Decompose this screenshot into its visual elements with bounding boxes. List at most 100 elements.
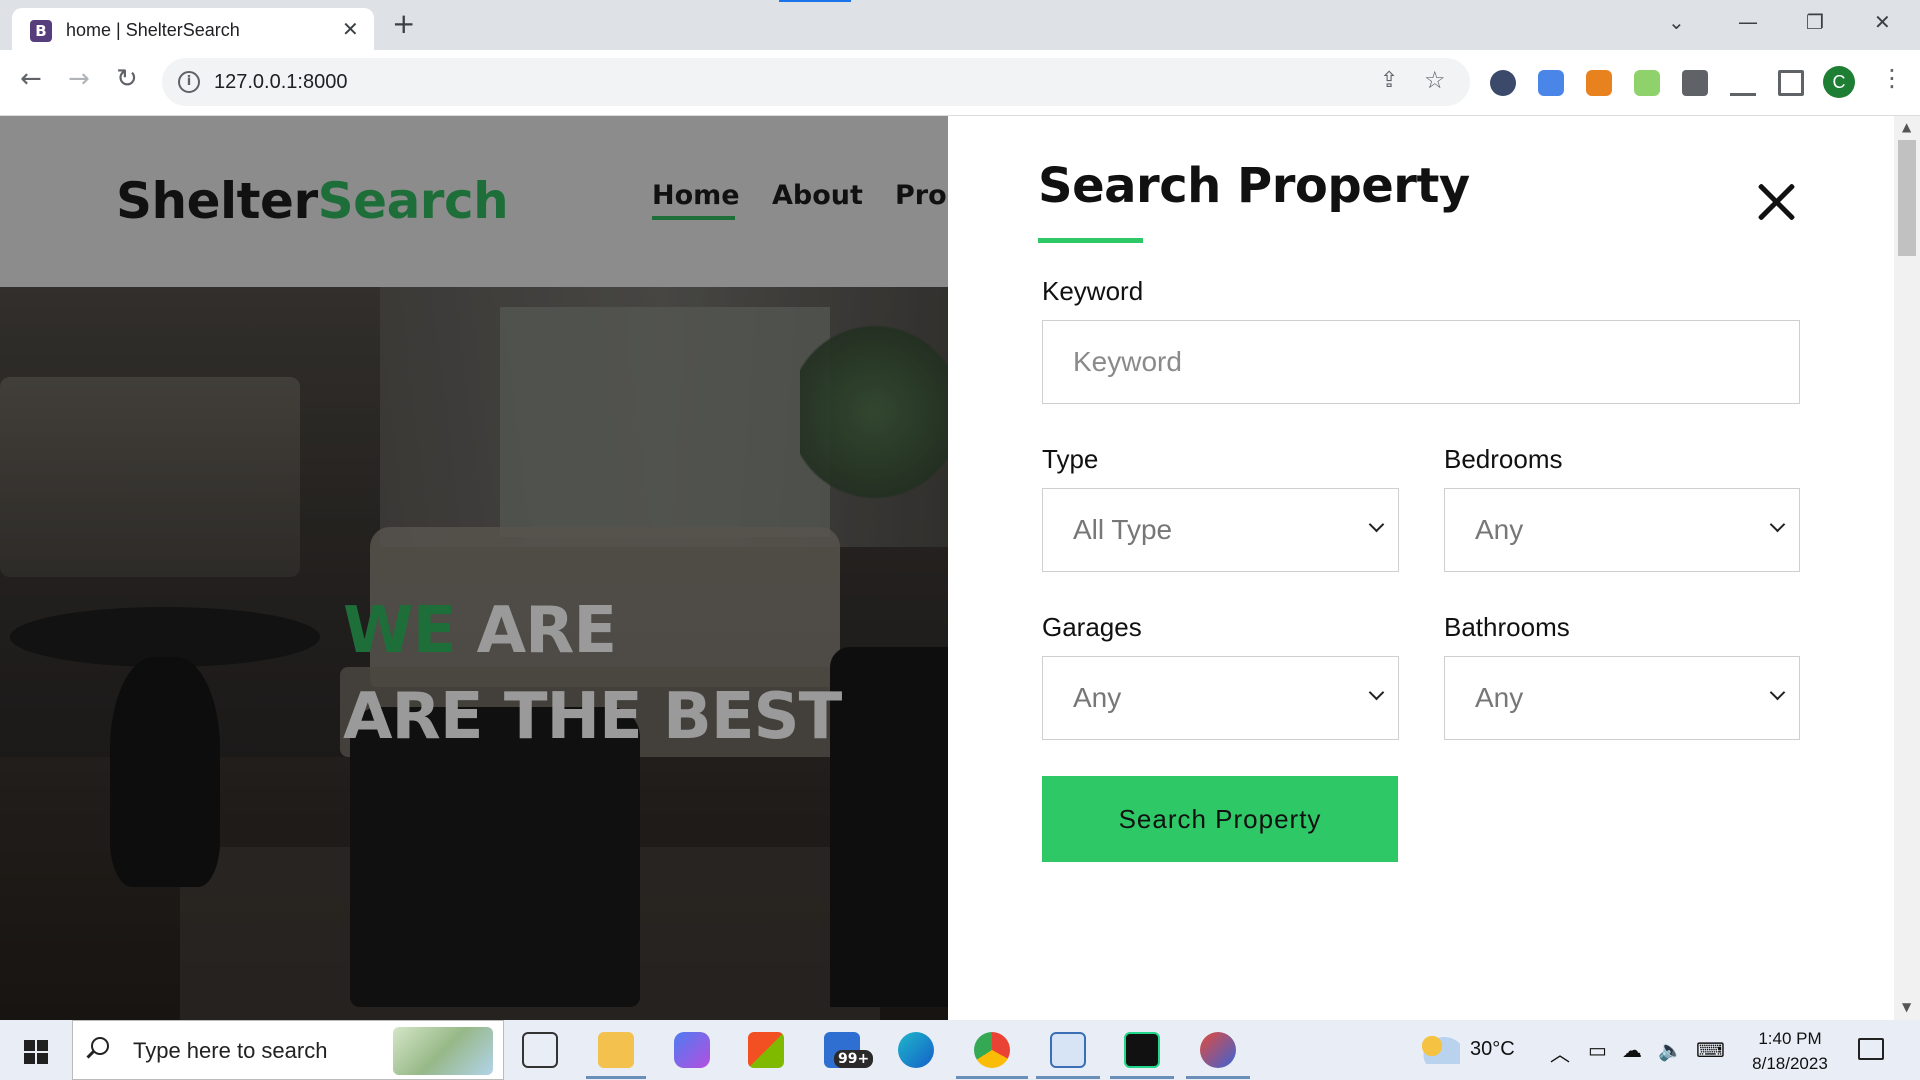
taskbar-search-placeholder: Type here to search (133, 1038, 328, 1063)
nav-about[interactable]: About (772, 180, 863, 211)
more-menu-icon[interactable]: ⋮ (1880, 64, 1904, 92)
browser-tabstrip: B home | ShelterSearch ✕ + ⌄ — ❐ ✕ (0, 0, 1920, 50)
nav-active-indicator (652, 216, 735, 220)
bathrooms-label: Bathrooms (1444, 612, 1570, 642)
extensions-puzzle-icon[interactable] (1682, 70, 1708, 96)
bookmark-star-icon[interactable]: ☆ (1424, 66, 1446, 94)
green-extension-icon[interactable] (1634, 70, 1660, 96)
new-tab-button[interactable]: + (392, 9, 415, 39)
keyboard-icon[interactable]: ⌨ (1696, 1038, 1725, 1063)
browser-toolbar: ← → ↻ i 127.0.0.1:8000 ⇪ ☆ (0, 50, 1920, 116)
cursor-extension-icon[interactable] (1490, 70, 1516, 96)
page-scrollbar[interactable]: ▲ ▼ (1894, 116, 1920, 1020)
search-property-panel: Search Property Keyword Type All Type Be… (948, 116, 1894, 1020)
chevron-down-icon (1368, 516, 1385, 533)
reload-icon[interactable]: ↻ (116, 64, 138, 94)
url-text[interactable]: 127.0.0.1:8000 (214, 71, 347, 94)
panel-title: Search Property (1038, 158, 1470, 214)
mail-unread-badge: 99+ (834, 1050, 874, 1068)
snipping-tool-icon[interactable] (1200, 1032, 1236, 1068)
type-label: Type (1042, 444, 1099, 474)
task-view-icon[interactable] (522, 1032, 558, 1068)
windows-taskbar: Type here to search 99+ 30°C ︿ ▭ ☁ 🔈 ⌨ 1… (0, 1020, 1920, 1080)
chevron-down-icon (1368, 684, 1385, 701)
browser-tab-active[interactable]: B home | ShelterSearch ✕ (12, 8, 374, 50)
chevron-down-icon (1769, 516, 1786, 533)
search-icon (91, 1037, 109, 1055)
logo-part1: Shelter (116, 172, 318, 230)
file-explorer-active-line (586, 1076, 646, 1079)
nav-home[interactable]: Home (652, 180, 740, 211)
minimize-button[interactable]: — (1738, 10, 1758, 34)
taskbar-search-box[interactable]: Type here to search (72, 1020, 504, 1080)
windows-start-icon[interactable] (24, 1040, 48, 1064)
bathrooms-select-value: Any (1475, 682, 1524, 713)
hero-heading-green: WE (343, 594, 456, 668)
metamask-extension-icon[interactable] (1586, 70, 1612, 96)
garages-select[interactable]: Any (1042, 656, 1399, 740)
garages-select-value: Any (1073, 682, 1122, 713)
side-panel-icon[interactable] (1778, 70, 1804, 96)
chrome-active-line (956, 1076, 1028, 1079)
pycharm-icon[interactable] (1124, 1032, 1160, 1068)
file-explorer-icon[interactable] (598, 1032, 634, 1068)
panel-title-underline (1038, 238, 1143, 243)
profile-avatar[interactable]: C (1823, 66, 1855, 98)
clock-time: 1:40 PM (1758, 1029, 1822, 1048)
downloads-icon[interactable] (1730, 70, 1756, 96)
tab-search-chevron-icon[interactable]: ⌄ (1668, 10, 1685, 34)
weather-temperature[interactable]: 30°C (1470, 1038, 1515, 1061)
hero-heading: WE ARE ARE THE BEST (343, 588, 842, 760)
site-logo[interactable]: ShelterSearch (116, 172, 509, 230)
paint-app-icon[interactable] (1050, 1032, 1086, 1068)
web-page: ShelterSearch Home About Prop WE ARE ARE… (0, 116, 1920, 1020)
taskbar-clock[interactable]: 1:40 PM 8/18/2023 (1744, 1026, 1836, 1076)
translate-extension-icon[interactable] (1538, 70, 1564, 96)
window-close-button[interactable]: ✕ (1874, 10, 1891, 34)
address-bar[interactable]: i 127.0.0.1:8000 ⇪ ☆ (162, 58, 1470, 106)
edge-browser-icon[interactable] (898, 1032, 934, 1068)
weather-cloud-icon[interactable] (1420, 1034, 1460, 1064)
search-property-button[interactable]: Search Property (1042, 776, 1398, 862)
snipping-tool-active-line (1186, 1076, 1250, 1079)
chrome-browser-icon[interactable] (974, 1032, 1010, 1068)
tab-close-icon[interactable]: ✕ (342, 17, 359, 41)
restore-button[interactable]: ❐ (1806, 10, 1824, 34)
bedrooms-select[interactable]: Any (1444, 488, 1800, 572)
volume-icon[interactable]: 🔈 (1658, 1038, 1683, 1063)
battery-icon[interactable]: ▭ (1588, 1038, 1607, 1063)
type-select[interactable]: All Type (1042, 488, 1399, 572)
panel-close-icon[interactable] (1754, 180, 1798, 224)
tray-overflow-chevron-icon[interactable]: ︿ (1550, 1038, 1570, 1067)
bathrooms-select[interactable]: Any (1444, 656, 1800, 740)
keyword-field[interactable] (1042, 320, 1800, 404)
forward-arrow-icon[interactable]: → (68, 64, 90, 94)
pycharm-active-line (1110, 1076, 1174, 1079)
logo-part2: Search (317, 172, 509, 230)
chevron-down-icon (1769, 684, 1786, 701)
keyword-input[interactable] (1073, 322, 1769, 402)
copilot-icon[interactable] (674, 1032, 710, 1068)
garages-label: Garages (1042, 612, 1142, 642)
notification-center-icon[interactable] (1858, 1038, 1884, 1060)
tab-loading-indicator (779, 0, 851, 2)
hero-heading-rest: ARE (476, 594, 618, 668)
bedrooms-select-value: Any (1475, 514, 1524, 545)
site-info-icon[interactable]: i (178, 71, 200, 93)
type-select-value: All Type (1073, 514, 1173, 545)
search-highlight-image (393, 1027, 493, 1075)
scroll-down-arrow-icon[interactable]: ▼ (1902, 1000, 1911, 1014)
scrollbar-thumb[interactable] (1898, 140, 1916, 256)
clock-date: 8/18/2023 (1752, 1054, 1828, 1073)
microsoft-store-icon[interactable] (748, 1032, 784, 1068)
paint-active-line (1036, 1076, 1100, 1079)
scroll-up-arrow-icon[interactable]: ▲ (1902, 120, 1911, 134)
back-arrow-icon[interactable]: ← (20, 64, 42, 94)
onedrive-cloud-icon[interactable]: ☁ (1622, 1038, 1642, 1063)
tab-title: home | ShelterSearch (66, 20, 240, 40)
site-header: ShelterSearch Home About Prop (0, 116, 966, 287)
hero-section: WE ARE ARE THE BEST (0, 287, 948, 1020)
share-icon[interactable]: ⇪ (1380, 68, 1398, 93)
bootstrap-favicon-icon: B (30, 20, 52, 42)
bedrooms-label: Bedrooms (1444, 444, 1563, 474)
